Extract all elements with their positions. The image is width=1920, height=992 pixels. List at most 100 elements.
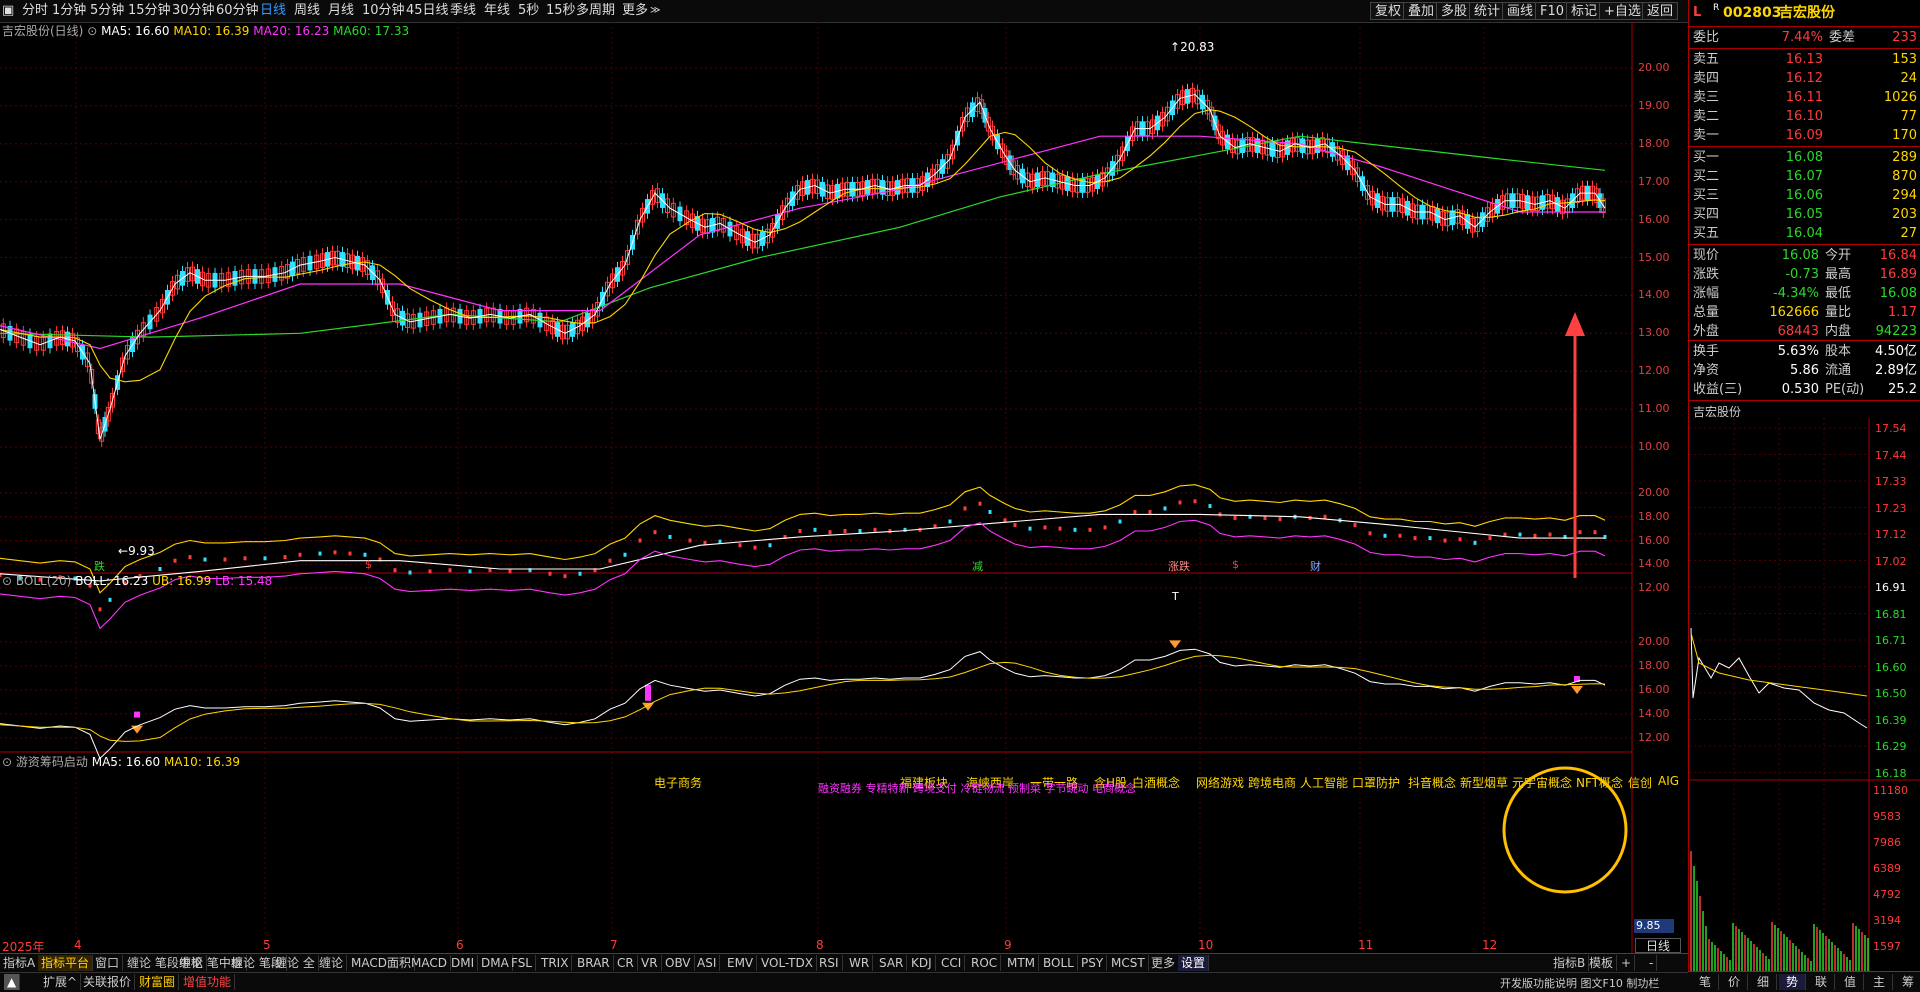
event-marker[interactable]: 减 bbox=[972, 558, 983, 574]
boll-collapse-icon[interactable]: ⊙ bbox=[2, 574, 12, 588]
indicator-tab-14[interactable]: BRAR bbox=[574, 955, 614, 971]
boll-title: BOLL(20) bbox=[15, 574, 72, 588]
indicator-tab-8[interactable]: MACD面积 bbox=[348, 955, 415, 971]
timeframe-5[interactable]: 60分钟 bbox=[216, 0, 259, 22]
indicator-tab-31[interactable]: 更多 bbox=[1148, 955, 1180, 971]
timeframe-6[interactable]: 日线 bbox=[260, 0, 286, 22]
ext-tab-0[interactable]: 扩展^ bbox=[40, 974, 82, 990]
bid-row[interactable]: 买二 16.07 870 bbox=[1693, 167, 1917, 186]
indicator-tab-23[interactable]: SAR bbox=[876, 955, 908, 971]
indicator-tab-13[interactable]: TRIX bbox=[538, 955, 573, 971]
ask-row[interactable]: 卖五 16.13 153 bbox=[1693, 50, 1917, 69]
ask-row[interactable]: 卖三 16.11 1026 bbox=[1693, 88, 1917, 107]
right-tab-1[interactable]: 价 bbox=[1721, 974, 1748, 990]
chart-area[interactable] bbox=[0, 22, 1688, 953]
ask-row[interactable]: 卖一 16.09 170 bbox=[1693, 126, 1917, 145]
toolbar-btn-7[interactable]: +自选 bbox=[1599, 2, 1646, 20]
indicator-tab-16[interactable]: VR bbox=[638, 955, 662, 971]
timeframe-11[interactable]: 季线 bbox=[450, 0, 476, 22]
ask-row[interactable]: 卖二 16.10 77 bbox=[1693, 107, 1917, 126]
event-marker[interactable]: 财 bbox=[1310, 558, 1321, 574]
indicator-tab-10[interactable]: DMI bbox=[448, 955, 479, 971]
bid-row[interactable]: 买五 16.04 27 bbox=[1693, 224, 1917, 243]
indicator-tab-32[interactable]: 设置 bbox=[1178, 955, 1210, 971]
indicator-tab-17[interactable]: OBV bbox=[662, 955, 695, 971]
right-tab-0[interactable]: 笔 bbox=[1692, 974, 1719, 990]
indicator-tab-24[interactable]: KDJ bbox=[908, 955, 936, 971]
timeframe-13[interactable]: 5秒 bbox=[518, 0, 539, 22]
timeframe-15[interactable]: 多周期 bbox=[576, 0, 615, 22]
right-tab-2[interactable]: 细 bbox=[1750, 974, 1777, 990]
indicator-tab-20[interactable]: VOL-TDX bbox=[758, 955, 817, 971]
collapse-ext-icon[interactable]: ▲ bbox=[4, 974, 21, 990]
timeframe-14[interactable]: 15秒 bbox=[546, 0, 576, 22]
indicator-tab-6[interactable]: 缠论 全 bbox=[272, 955, 319, 971]
indicator-ma10: MA10: 16.39 bbox=[163, 755, 241, 769]
toolbar-btn-1[interactable]: 叠加 bbox=[1403, 2, 1440, 20]
right-tab-3[interactable]: 势 bbox=[1779, 974, 1806, 990]
bid-row[interactable]: 买一 16.08 289 bbox=[1693, 148, 1917, 167]
indicator-tab-2[interactable]: 窗口 bbox=[92, 955, 124, 971]
indicator-tab-21[interactable]: RSI bbox=[816, 955, 843, 971]
event-marker[interactable]: 涨跌 bbox=[1168, 558, 1190, 574]
indicator-tab-29[interactable]: PSY bbox=[1078, 955, 1108, 971]
indicator-tab-25[interactable]: CCI bbox=[938, 955, 966, 971]
indicator-tab-0[interactable]: 指标A bbox=[0, 955, 40, 971]
right-tab-4[interactable]: 联 bbox=[1808, 974, 1835, 990]
toolbar-btn-8[interactable]: 返回 bbox=[1642, 2, 1679, 20]
toolbar-btn-0[interactable]: 复权 bbox=[1370, 2, 1407, 20]
indicator-tab-7[interactable]: 缠论 bbox=[316, 955, 348, 971]
indicator-tab-9[interactable]: MACD bbox=[408, 955, 451, 971]
event-marker[interactable]: 跌 bbox=[94, 558, 105, 574]
timeframe-0[interactable]: 分时 bbox=[22, 0, 48, 22]
ext-tab-3[interactable]: 增值功能 bbox=[180, 974, 236, 990]
timeframe-16[interactable]: 更多 bbox=[622, 0, 648, 22]
indicator-tab-15[interactable]: CR bbox=[614, 955, 638, 971]
timeframe-1[interactable]: 1分钟 bbox=[52, 0, 86, 22]
indicator-tab-30[interactable]: MCST bbox=[1108, 955, 1149, 971]
bid-row[interactable]: 买四 16.05 203 bbox=[1693, 205, 1917, 224]
timeframe-3[interactable]: 15分钟 bbox=[128, 0, 171, 22]
event-marker[interactable]: $ bbox=[365, 558, 372, 571]
timeframe-8[interactable]: 月线 bbox=[328, 0, 354, 22]
indicator-collapse-icon[interactable]: ⊙ bbox=[2, 755, 12, 769]
toolbar-btn-4[interactable]: 画线 bbox=[1502, 2, 1539, 20]
indicator-right-tab-0[interactable]: 指标B bbox=[1550, 955, 1590, 971]
right-tab-5[interactable]: 值 bbox=[1837, 974, 1864, 990]
x-axis-month: 7 bbox=[610, 938, 618, 952]
indicator-tab-22[interactable]: WR bbox=[846, 955, 874, 971]
ask-row[interactable]: 卖四 16.12 24 bbox=[1693, 69, 1917, 88]
indicator-tab-27[interactable]: MTM bbox=[1004, 955, 1040, 971]
collapse-icon[interactable]: ⊙ bbox=[87, 24, 97, 38]
indicator-tab-1[interactable]: 指标平台 bbox=[38, 955, 94, 971]
indicator-right-tab-3[interactable]: - bbox=[1646, 955, 1658, 971]
right-tab-7[interactable]: 筹 bbox=[1895, 974, 1920, 990]
toolbar-btn-6[interactable]: 标记 bbox=[1566, 2, 1603, 20]
timeframe-10[interactable]: 45日线 bbox=[406, 0, 449, 22]
more-chevron-icon[interactable]: ≫ bbox=[650, 0, 660, 22]
right-tab-6[interactable]: 主 bbox=[1866, 974, 1893, 990]
indicator-right-tab-2[interactable]: + bbox=[1618, 955, 1636, 971]
indicator-right-tab-1[interactable]: 模板 bbox=[1586, 955, 1618, 971]
indicator-tab-19[interactable]: EMV bbox=[724, 955, 758, 971]
toolbar-btn-5[interactable]: F10 bbox=[1535, 2, 1570, 20]
toolbar-btn-3[interactable]: 统计 bbox=[1469, 2, 1506, 20]
ext-tab-2[interactable]: 财富圈 bbox=[136, 974, 180, 990]
period-indicator[interactable]: 日线 bbox=[1635, 938, 1681, 953]
timeframe-9[interactable]: 10分钟 bbox=[362, 0, 405, 22]
event-marker[interactable]: $ bbox=[1232, 558, 1239, 571]
ext-tab-1[interactable]: 关联报价 bbox=[80, 974, 136, 990]
indicator-tab-18[interactable]: ASI bbox=[694, 955, 721, 971]
timeframe-7[interactable]: 周线 bbox=[294, 0, 320, 22]
menu-icon[interactable]: ▣ bbox=[2, 0, 16, 22]
status-text[interactable]: 开发版功能说明 图文F10 制功栏 bbox=[1500, 975, 1659, 991]
timeframe-4[interactable]: 30分钟 bbox=[172, 0, 215, 22]
indicator-tab-28[interactable]: BOLL bbox=[1040, 955, 1078, 971]
timeframe-12[interactable]: 年线 bbox=[484, 0, 510, 22]
indicator-tab-26[interactable]: ROC bbox=[968, 955, 1002, 971]
toolbar-btn-2[interactable]: 多股 bbox=[1436, 2, 1473, 20]
timeframe-2[interactable]: 5分钟 bbox=[90, 0, 124, 22]
indicator-tab-12[interactable]: FSL bbox=[508, 955, 536, 971]
boll-bar bbox=[1368, 531, 1372, 536]
bid-row[interactable]: 买三 16.06 294 bbox=[1693, 186, 1917, 205]
